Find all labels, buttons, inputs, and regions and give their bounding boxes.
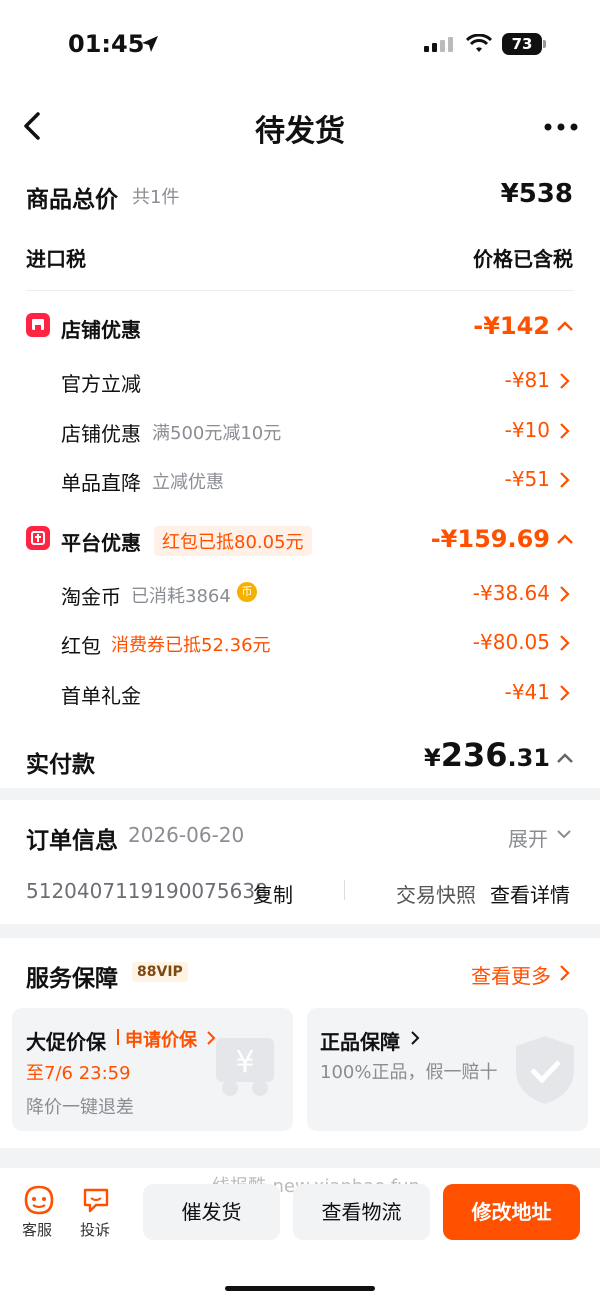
discount-item-label: 店铺优惠 [61,422,141,446]
location-arrow-icon [142,36,158,52]
battery-indicator: 73 [502,33,542,55]
paid-integer: 236 [440,736,508,774]
chevron-right-icon[interactable] [558,585,570,603]
chevron-right-icon[interactable] [206,1030,216,1046]
store-discount-label: 店铺优惠 [61,318,141,342]
discount-item-note: 立减优惠 [152,472,224,493]
discount-item-value[interactable]: -¥10 [505,418,550,442]
chevron-up-icon[interactable] [556,320,574,332]
smiley-face-icon[interactable] [22,1184,56,1216]
discount-item-label: 单品直降 [61,471,141,495]
view-logistics-button[interactable]: 查看物流 [293,1184,430,1240]
customer-service-label[interactable]: 客服 [22,1219,52,1240]
order-date: 2026-06-20 [128,823,245,847]
discount-item-value[interactable]: -¥80.05 [473,630,550,654]
chevron-down-icon[interactable] [556,828,572,840]
goods-total-value: ¥538 [500,179,573,209]
page-title: 待发货 [255,114,345,149]
battery-tip [543,40,546,48]
status-time: 01:45 [68,30,145,58]
divider [344,880,345,900]
chevron-right-icon[interactable] [558,471,570,489]
discount-item-label: 红包 [61,634,101,658]
goods-count: 共1件 [132,187,180,208]
platform-discount-label: 平台优惠 [61,531,141,555]
apply-price-protect-link[interactable]: 申请价保 [125,1026,197,1052]
order-number: 5120407119190075638 [26,879,268,903]
divider [26,290,574,291]
paid-amount: ¥236.31 [424,736,550,774]
view-more-link[interactable]: 查看更多 [471,960,551,989]
paid-decimal: .31 [507,744,550,772]
discount-item-label: 淘金币 [61,585,121,609]
goods-total-label: 商品总价 [26,187,118,213]
order-info-title: 订单信息 [26,828,118,854]
store-icon [26,313,50,337]
price-protect-deadline: 至7/6 23:59 [26,1063,131,1084]
expand-link[interactable]: 展开 [508,823,548,852]
view-detail-link[interactable]: 查看详情 [490,879,570,908]
price-protect-title: 大促价保 [26,1030,106,1054]
truck-yen-icon: ¥ [216,1038,274,1096]
store-discount-total[interactable]: -¥142 [473,312,550,340]
discount-item-value[interactable]: -¥38.64 [473,581,550,605]
genuine-desc: 100%正品，假一赔十 [320,1062,498,1083]
service-title: 服务保障 [26,966,118,992]
price-protect-desc: 降价一键退差 [26,1097,134,1118]
svg-text:¥: ¥ [235,1045,254,1080]
discount-item-value[interactable]: -¥51 [505,467,550,491]
wifi-icon [466,34,492,52]
modify-address-button[interactable]: 修改地址 [443,1184,580,1240]
platform-discount-total[interactable]: -¥159.69 [431,525,550,553]
discount-item-value[interactable]: -¥81 [505,368,550,392]
discount-item-note: 消费券已抵52.36元 [111,635,271,656]
divider [117,1029,119,1045]
urge-shipment-button[interactable]: 催发货 [143,1184,280,1240]
shield-check-icon [516,1036,574,1104]
tax-label: 进口税 [26,247,86,271]
paid-yen: ¥ [423,744,441,772]
copy-button[interactable]: 复制 [253,879,293,908]
chevron-right-icon[interactable] [558,422,570,440]
chat-bubble-icon[interactable] [82,1186,110,1214]
chevron-right-icon[interactable] [558,684,570,702]
more-dots-icon[interactable] [544,122,578,132]
chevron-right-icon[interactable] [558,372,570,390]
discount-item-value[interactable]: -¥41 [505,680,550,704]
discount-item-note: 已消耗3864 [131,586,231,607]
discount-item-label: 首单礼金 [61,684,141,708]
tax-value: 价格已含税 [473,247,573,271]
genuine-title: 正品保障 [320,1030,400,1054]
discount-item-note: 满500元减10元 [152,423,282,444]
chevron-right-icon[interactable] [558,634,570,652]
platform-icon [26,526,50,550]
chevron-right-icon[interactable] [410,1030,420,1046]
signal-icon [424,37,453,52]
complain-label[interactable]: 投诉 [80,1219,110,1240]
chevron-up-icon[interactable] [556,752,574,764]
home-indicator [225,1286,375,1291]
chevron-up-icon[interactable] [556,533,574,545]
trade-snapshot-link[interactable]: 交易快照 [396,879,476,908]
redpacket-tag: 红包已抵80.05元 [154,526,312,556]
taojinbi-coin-icon: 币 [237,582,257,602]
paid-label: 实付款 [26,752,95,778]
chevron-right-icon[interactable] [558,964,570,982]
vip-badge: 88VIP [132,962,188,982]
discount-item-label: 官方立减 [61,372,141,396]
